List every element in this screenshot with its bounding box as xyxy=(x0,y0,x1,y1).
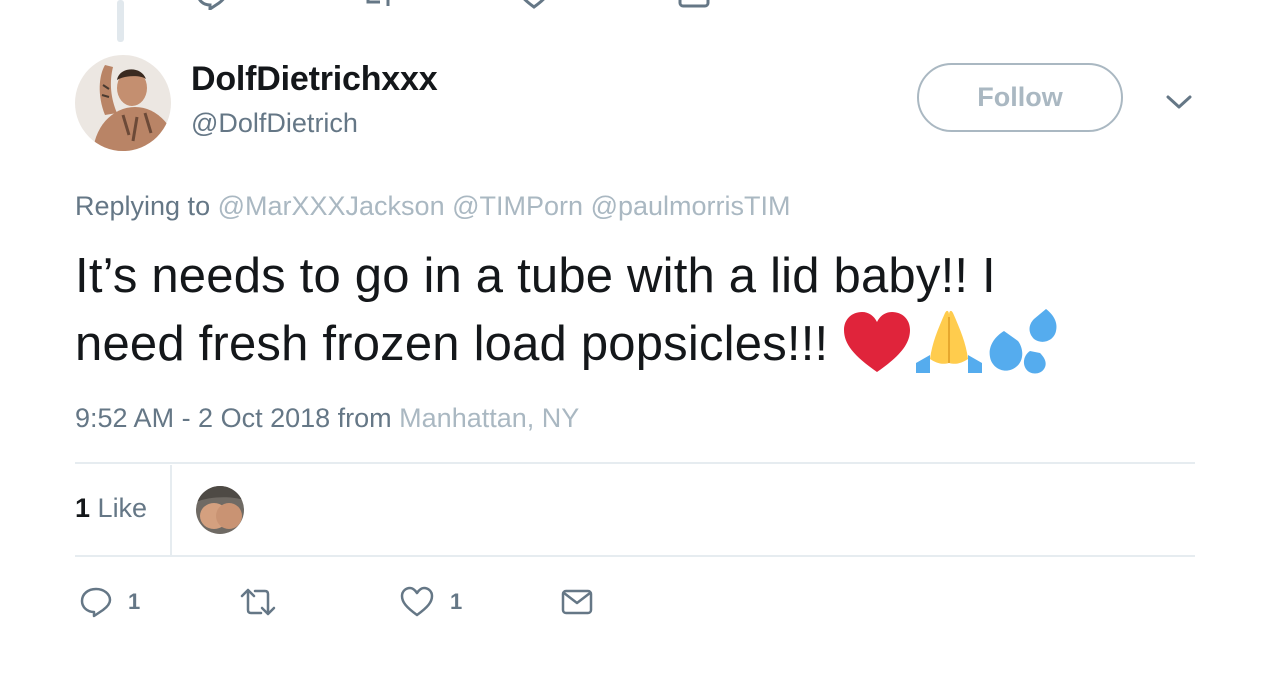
likes-count: 1 xyxy=(75,493,91,523)
tweet-text-segment: need fresh frozen load popsicles!!! xyxy=(75,317,843,371)
likes-stat[interactable]: 1 Like xyxy=(75,493,147,524)
timestamp-text[interactable]: 9:52 AM - 2 Oct 2018 from xyxy=(75,403,392,433)
reply-count: 1 xyxy=(128,589,141,614)
divider xyxy=(75,555,1195,557)
likes-label: Like xyxy=(97,493,148,523)
liker-avatar[interactable] xyxy=(196,486,244,534)
mention-link[interactable]: @paulmorrisTIM xyxy=(591,191,791,221)
follow-button[interactable]: Follow xyxy=(917,63,1123,132)
retweet-icon[interactable] xyxy=(240,586,276,618)
reply-icon[interactable] xyxy=(195,0,229,10)
author-handle[interactable]: @DolfDietrich xyxy=(191,108,358,139)
chevron-down-icon[interactable] xyxy=(1166,92,1192,112)
heart-icon[interactable] xyxy=(400,586,434,618)
mail-icon[interactable] xyxy=(561,588,593,616)
replying-to-label: Replying to xyxy=(75,191,211,221)
divider xyxy=(170,465,172,556)
author-display-name[interactable]: DolfDietrichxxx xyxy=(191,60,438,99)
tweet-text-line: It’s needs to go in a tube with a lid ba… xyxy=(75,249,996,303)
avatar-photo xyxy=(75,55,171,151)
replying-to-line: Replying to @MarXXXJackson @TIMPorn @pau… xyxy=(75,191,791,222)
divider xyxy=(75,462,1195,464)
liker-avatar-photo xyxy=(196,486,244,534)
location-link[interactable]: Manhattan, NY xyxy=(399,403,579,433)
mention-link[interactable]: @MarXXXJackson xyxy=(218,191,445,221)
tweet-timestamp[interactable]: 9:52 AM - 2 Oct 2018 from Manhattan, NY xyxy=(75,403,579,434)
red-heart-emoji-icon xyxy=(844,312,911,373)
direct-message-action[interactable] xyxy=(561,584,593,620)
mail-icon[interactable] xyxy=(678,0,710,10)
like-count: 1 xyxy=(450,589,463,614)
reply-icon[interactable] xyxy=(80,586,112,618)
author-avatar[interactable] xyxy=(75,55,171,151)
reply-action[interactable]: 1 xyxy=(80,584,140,620)
thread-connector-line xyxy=(117,0,124,42)
tweet-text: It’s needs to go in a tube with a lid ba… xyxy=(75,242,1195,378)
retweet-icon[interactable] xyxy=(360,0,396,10)
sweat-droplets-emoji-icon xyxy=(989,309,1057,374)
like-action[interactable]: 1 xyxy=(400,584,462,620)
tweet-text-line: need fresh frozen load popsicles!!! xyxy=(75,309,1195,378)
retweet-action[interactable] xyxy=(240,584,292,620)
mention-link[interactable]: @TIMPorn xyxy=(452,191,583,221)
heart-icon[interactable] xyxy=(517,0,551,10)
folded-hands-emoji-icon xyxy=(916,310,983,374)
